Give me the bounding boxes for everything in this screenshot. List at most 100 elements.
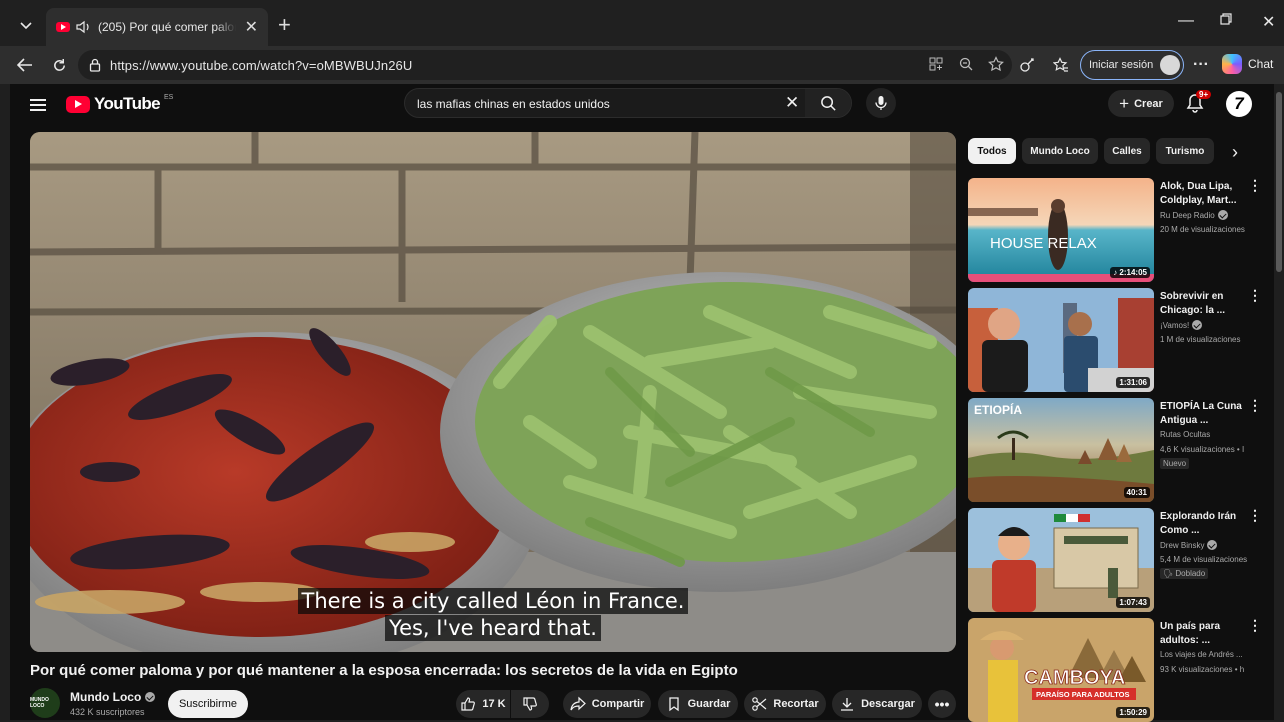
clip-button[interactable]: Recortar — [744, 690, 826, 718]
duration-badge: ♪ 2:14:05 — [1110, 267, 1150, 278]
clip-label: Recortar — [773, 698, 819, 710]
country-code: ES — [164, 93, 174, 101]
guide-menu-icon[interactable] — [30, 96, 46, 114]
new-tab-button[interactable]: + — [278, 12, 291, 38]
recommendation-channel[interactable]: Los viajes de Andrés ... — [1160, 650, 1243, 659]
recommendation-item[interactable]: 1:31:06 Sobrevivir en Chicago: la ... ¡V… — [968, 288, 1268, 392]
recommendation-channel[interactable]: Rutas Ocultas — [1160, 430, 1210, 439]
favorites-icon[interactable] — [1050, 54, 1072, 76]
channel-text: Los viajes de Andrés ... — [1160, 650, 1243, 659]
recommendation-item[interactable]: ETIOPÍA 40:31 ETIOPÍA La Cuna Antigua ..… — [968, 398, 1268, 502]
signin-button[interactable]: Iniciar sesión — [1080, 50, 1184, 80]
copilot-icon — [1222, 54, 1242, 74]
chip-calles[interactable]: Calles — [1104, 138, 1150, 164]
more-vertical-icon[interactable]: ⋮ — [1248, 178, 1262, 192]
address-bar[interactable]: https://www.youtube.com/watch?v=oMBWBUJn… — [78, 50, 1012, 80]
recommendation-thumbnail[interactable]: CAMBOYA PARAÍSO PARA ADULTOS 1:50:29 — [968, 618, 1154, 722]
share-button[interactable]: Compartir — [563, 690, 651, 718]
thumbs-down-icon — [523, 697, 537, 711]
youtube-logo[interactable]: YouTube ES — [66, 94, 173, 114]
recommendation-title[interactable]: Alok, Dua Lipa, Coldplay, Mart... — [1160, 180, 1248, 208]
recommendation-item[interactable]: CAMBOYA PARAÍSO PARA ADULTOS 1:50:29 Un … — [968, 618, 1268, 722]
notifications-button[interactable]: 9+ — [1186, 90, 1212, 118]
recommendation-item[interactable]: 1:07:43 Explorando Irán Como ... Drew Bi… — [968, 508, 1268, 612]
recommendation-title[interactable]: ETIOPÍA La Cuna Antigua ... — [1160, 400, 1248, 428]
page-scrollbar[interactable] — [1276, 92, 1282, 272]
search-input[interactable]: las mafias chinas en estados unidos — [417, 97, 610, 111]
more-vertical-icon[interactable]: ⋮ — [1248, 288, 1262, 302]
copilot-chat-button[interactable]: Chat — [1222, 54, 1273, 74]
more-options-icon[interactable]: ··· — [1190, 54, 1212, 76]
restore-icon[interactable] — [1220, 12, 1232, 30]
lock-icon[interactable] — [88, 58, 102, 72]
back-icon[interactable] — [14, 54, 36, 76]
create-label: Crear — [1134, 97, 1163, 110]
recommendation-channel[interactable]: Ru Deep Radio — [1160, 210, 1228, 220]
caption-text-1: There is a city called Léon in France. — [297, 588, 689, 614]
more-actions-button[interactable]: ••• — [928, 690, 956, 718]
voice-search-button[interactable] — [866, 88, 896, 118]
share-icon — [570, 696, 586, 711]
recommendation-thumbnail[interactable]: HOUSE RELAX ♪ 2:14:05 — [968, 178, 1154, 282]
minimize-icon[interactable]: — — [1178, 12, 1194, 30]
close-window-icon[interactable]: ✕ — [1262, 12, 1275, 32]
save-button[interactable]: Guardar — [658, 690, 738, 718]
download-button[interactable]: Descargar — [832, 690, 922, 718]
search-button[interactable] — [805, 89, 851, 117]
bookmark-icon — [668, 697, 679, 712]
recommendation-channel[interactable]: ¡Vamos! — [1160, 320, 1203, 330]
more-vertical-icon[interactable]: ⋮ — [1248, 508, 1262, 522]
recommendation-title[interactable]: Sobrevivir en Chicago: la ... — [1160, 290, 1248, 318]
new-badge: Nuevo — [1160, 458, 1190, 469]
browser-tab-active[interactable]: (205) Por qué comer paloma y por qué man… — [46, 8, 268, 46]
channel-text: Drew Binsky — [1160, 540, 1205, 550]
zoom-icon[interactable] — [958, 56, 974, 72]
like-count: 17 K — [482, 698, 506, 710]
like-button[interactable]: 17 K — [456, 690, 510, 718]
duration-badge: 1:07:43 — [1116, 597, 1150, 608]
thumb-overlay-subtext: PARAÍSO PARA ADULTOS — [1036, 690, 1129, 699]
app-available-icon[interactable] — [928, 56, 944, 72]
reload-icon[interactable] — [48, 54, 70, 76]
chip-todos[interactable]: Todos — [968, 138, 1016, 164]
verified-badge-icon — [1207, 540, 1218, 550]
subscribe-button[interactable]: Suscribirme — [168, 690, 248, 718]
recommendation-thumbnail[interactable]: ETIOPÍA 40:31 — [968, 398, 1154, 502]
favorite-star-icon[interactable] — [988, 56, 1004, 72]
video-title: Por qué comer paloma y por qué mantener … — [30, 662, 738, 679]
download-label: Descargar — [861, 698, 915, 710]
recommendation-channel[interactable]: Drew Binsky — [1160, 540, 1218, 550]
thumb-overlay-text: HOUSE RELAX — [990, 235, 1097, 252]
plus-icon: + — [1119, 93, 1130, 113]
chip-mundo-loco[interactable]: Mundo Loco — [1022, 138, 1098, 164]
channel-name-link[interactable]: Mundo Loco — [70, 690, 156, 704]
recommendation-item[interactable]: HOUSE RELAX ♪ 2:14:05 Alok, Dua Lipa, Co… — [968, 178, 1268, 282]
tab-close-icon[interactable]: ✕ — [245, 17, 258, 37]
speaker-icon[interactable] — [76, 20, 92, 34]
create-button[interactable]: + Crear — [1108, 90, 1174, 117]
recommendation-title[interactable]: Un país para adultos: ... — [1160, 620, 1248, 648]
account-avatar[interactable]: 7 — [1226, 91, 1252, 117]
channel-text: Ru Deep Radio — [1160, 210, 1215, 220]
chip-turismo[interactable]: Turismo — [1156, 138, 1214, 164]
video-player[interactable]: There is a city called Léon in France. Y… — [30, 132, 956, 652]
channel-avatar[interactable]: MUNDO LOCO — [30, 688, 60, 718]
recommendation-title[interactable]: Explorando Irán Como ... — [1160, 510, 1248, 538]
duration-badge: 1:31:06 — [1116, 377, 1150, 388]
download-icon — [841, 698, 854, 711]
youtube-page: YouTube ES las mafias chinas en estados … — [10, 84, 1282, 722]
search-box[interactable]: las mafias chinas en estados unidos ✕ — [404, 88, 852, 118]
extensions-icon[interactable] — [1016, 54, 1038, 76]
duration-badge: 1:50:29 — [1116, 707, 1150, 718]
more-vertical-icon[interactable]: ⋮ — [1248, 618, 1262, 632]
recommendation-thumbnail[interactable]: 1:07:43 — [968, 508, 1154, 612]
dubbed-badge-text: Doblado — [1175, 569, 1206, 578]
tab-title: (205) Por qué comer paloma y por qué man… — [98, 20, 236, 34]
dubbed-badge: 🗣 Doblado — [1160, 568, 1209, 579]
chevron-right-icon[interactable]: › — [1232, 142, 1238, 163]
more-vertical-icon[interactable]: ⋮ — [1248, 398, 1262, 412]
recommendation-thumbnail[interactable]: 1:31:06 — [968, 288, 1154, 392]
dislike-button[interactable] — [511, 690, 549, 718]
tab-list-button[interactable] — [12, 12, 40, 40]
clear-search-icon[interactable]: ✕ — [785, 93, 799, 113]
